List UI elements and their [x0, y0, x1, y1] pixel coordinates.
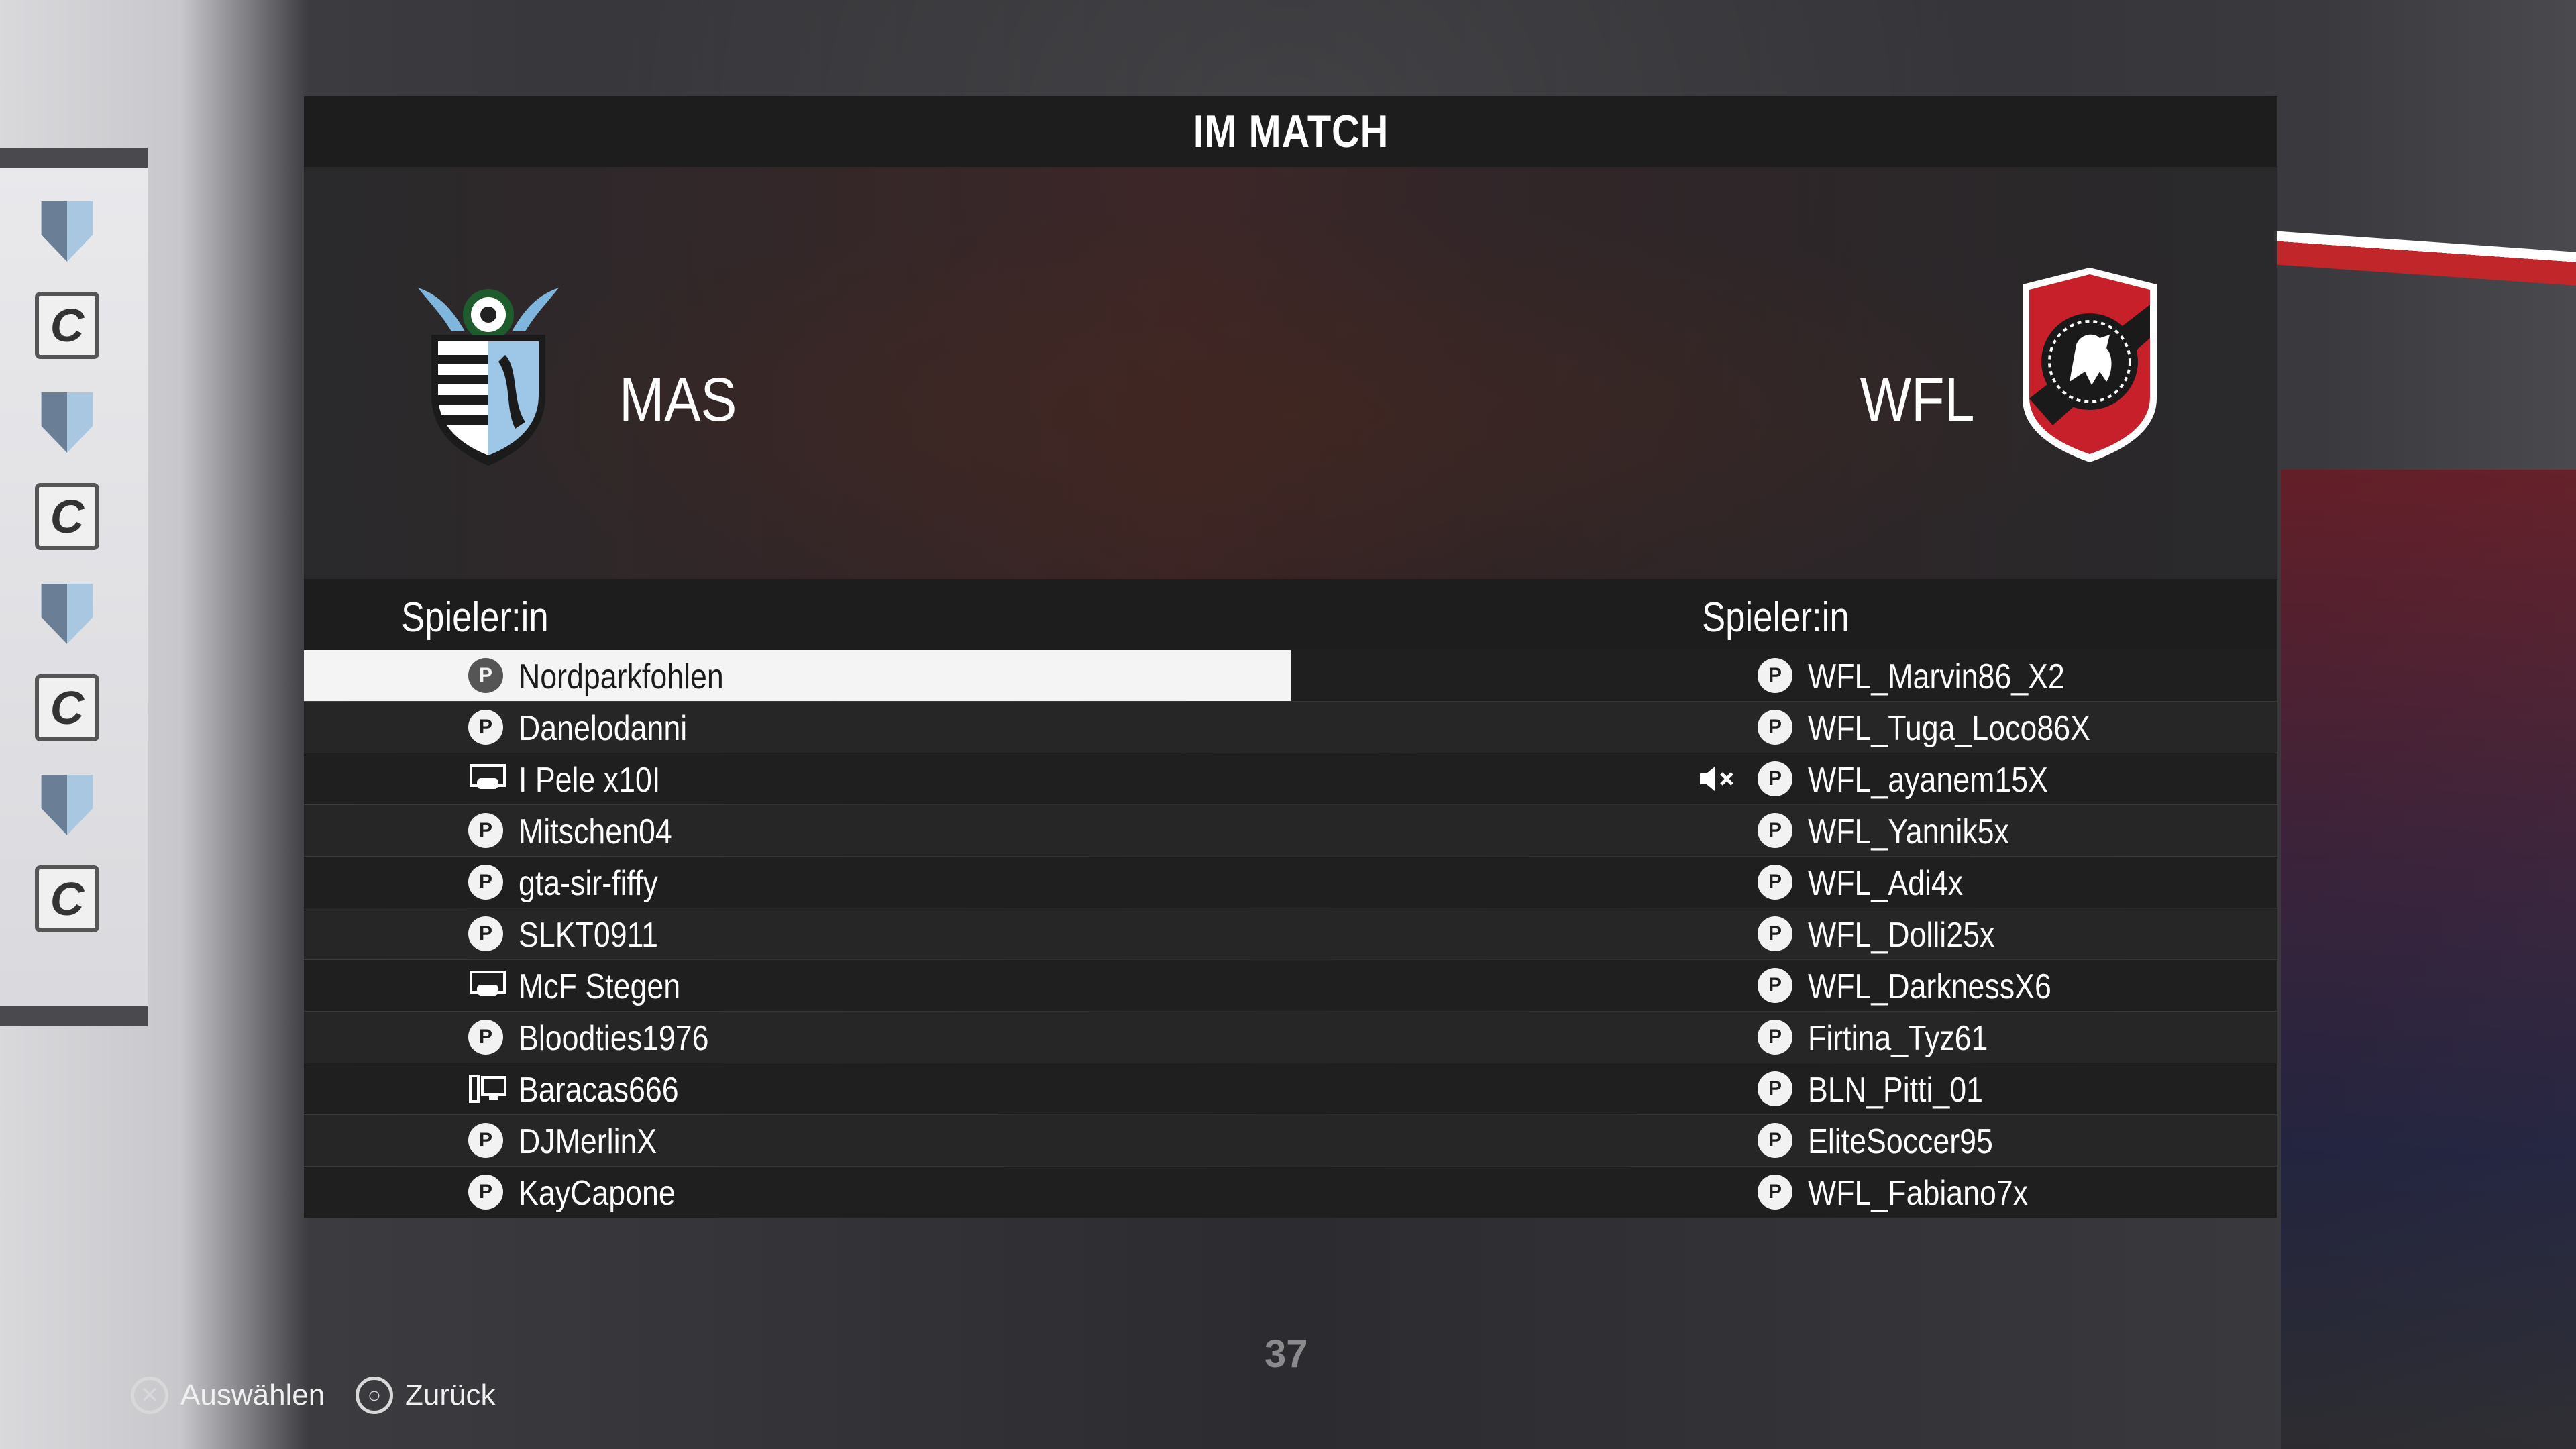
player-row[interactable]: P WFL_Tuga_Loco86X	[1291, 702, 2277, 753]
c-logo-icon: C	[35, 674, 99, 741]
player-row[interactable]: P WFL_Adi4x	[1291, 857, 2277, 908]
player-name: McF Stegen	[519, 967, 681, 1006]
team-banner: MAS WFL	[304, 167, 2277, 579]
playstation-icon: P	[468, 865, 503, 900]
page-title: IM MATCH	[1193, 106, 1389, 157]
player-name: Nordparkfohlen	[519, 657, 724, 696]
cross-button-icon: ✕	[131, 1377, 168, 1414]
back-button[interactable]: ○ Zurück	[356, 1372, 495, 1419]
player-row[interactable]: P Bloodties1976	[304, 1012, 1291, 1063]
c-logo-icon: C	[35, 483, 99, 550]
player-name: WFL_Marvin86_X2	[1808, 657, 2065, 696]
player-name: WFL_DarknessX6	[1808, 967, 2051, 1006]
mas-crest-icon	[41, 775, 93, 835]
player-row[interactable]: P WFL_Dolli25x	[1291, 908, 2277, 959]
player-row[interactable]: P KayCapone	[304, 1167, 1291, 1218]
c-logo-icon: C	[35, 865, 99, 932]
playstation-icon: P	[1758, 916, 1792, 951]
away-column-header: Spieler:in	[1291, 579, 2277, 650]
countdown-timer: 37	[1265, 1332, 1308, 1376]
muted-speaker-icon	[1697, 763, 1737, 795]
player-row[interactable]: P SLKT0911	[304, 908, 1291, 959]
player-row[interactable]: P Firtina_Tyz61	[1291, 1012, 2277, 1063]
mas-crest-icon	[41, 201, 93, 262]
home-team-abbr: MAS	[619, 366, 737, 434]
circle-button-icon: ○	[356, 1377, 393, 1414]
wall-crest-strip: C C C C	[0, 148, 148, 1026]
wfl-crest-icon	[2023, 268, 2157, 462]
playstation-icon: P	[468, 1020, 503, 1055]
playstation-icon: P	[468, 813, 503, 848]
playstation-icon: P	[1758, 865, 1792, 900]
playstation-icon: P	[468, 1123, 503, 1158]
player-name: Firtina_Tyz61	[1808, 1019, 1988, 1058]
home-roster-list: P Nordparkfohlen P Danelodanni I Pele x10I P M…	[304, 650, 1291, 1221]
tunnel-light-stripe	[2274, 231, 2576, 286]
back-button-label: Zurück	[405, 1379, 496, 1411]
player-name: SLKT0911	[519, 916, 659, 955]
background-players	[2281, 470, 2576, 1449]
playstation-icon: P	[1758, 1123, 1792, 1158]
player-name: gta-sir-fiffy	[519, 864, 658, 903]
player-name: EliteSoccer95	[1808, 1122, 1993, 1161]
player-row[interactable]: P Nordparkfohlen	[304, 650, 1291, 701]
player-name: KayCapone	[519, 1174, 676, 1213]
select-button-label: Auswählen	[180, 1379, 325, 1411]
pc-icon	[468, 763, 507, 795]
in-match-panel: IM MATCH MAS WFL Spieler:in Spieler:in P…	[304, 96, 2277, 1221]
player-name: WFL_ayanem15X	[1808, 761, 2048, 800]
xbox-series-icon	[468, 1073, 507, 1105]
player-row[interactable]: P WFL_ayanem15X	[1291, 753, 2277, 804]
player-name: WFL_Adi4x	[1808, 864, 1964, 903]
away-column-header-label: Spieler:in	[1702, 594, 1849, 641]
playstation-icon: P	[468, 1175, 503, 1210]
home-column-header-label: Spieler:in	[401, 594, 549, 641]
player-name: WFL_Fabiano7x	[1808, 1174, 2029, 1213]
player-row[interactable]: P Danelodanni	[304, 702, 1291, 753]
playstation-icon: P	[1758, 761, 1792, 796]
mas-crest-icon	[41, 392, 93, 453]
playstation-icon: P	[1758, 658, 1792, 693]
player-row[interactable]: P WFL_Yannik5x	[1291, 805, 2277, 856]
player-name: Baracas666	[519, 1071, 679, 1110]
playstation-icon: P	[1758, 1071, 1792, 1106]
player-name: WFL_Tuga_Loco86X	[1808, 709, 2090, 748]
away-team-abbr: WFL	[1860, 366, 1975, 434]
player-name: Mitschen04	[519, 812, 672, 851]
c-logo-icon: C	[35, 292, 99, 359]
playstation-icon: P	[1758, 813, 1792, 848]
player-name: Bloodties1976	[519, 1019, 709, 1058]
player-row[interactable]: P WFL_Marvin86_X2	[1291, 650, 2277, 701]
playstation-icon: P	[1758, 710, 1792, 745]
player-row[interactable]: P EliteSoccer95	[1291, 1115, 2277, 1166]
playstation-icon: P	[1758, 968, 1792, 1003]
player-row[interactable]: P WFL_DarknessX6	[1291, 960, 2277, 1011]
player-row[interactable]: P Mitschen04	[304, 805, 1291, 856]
home-column-header: Spieler:in	[304, 579, 1291, 650]
player-row[interactable]: Pgta-sir-fiffy	[304, 857, 1291, 908]
player-row[interactable]: P WFL_Fabiano7x	[1291, 1167, 2277, 1218]
pc-icon	[468, 969, 507, 1002]
player-row[interactable]: P BLN_Pitti_01	[1291, 1063, 2277, 1114]
panel-header: IM MATCH	[304, 96, 2277, 167]
away-roster-list: P WFL_Marvin86_X2 P WFL_Tuga_Loco86X P WFL_ay…	[1291, 650, 2277, 1221]
playstation-icon: P	[1758, 1175, 1792, 1210]
playstation-icon: P	[468, 916, 503, 951]
player-name: WFL_Dolli25x	[1808, 916, 1995, 955]
player-row[interactable]: P DJMerlinX	[304, 1115, 1291, 1166]
player-name: I Pele x10I	[519, 761, 661, 800]
player-name: WFL_Yannik5x	[1808, 812, 2009, 851]
player-row[interactable]: Baracas666	[304, 1063, 1291, 1114]
select-button[interactable]: ✕ Auswählen	[131, 1372, 325, 1419]
player-name: BLN_Pitti_01	[1808, 1071, 1984, 1110]
player-row[interactable]: I Pele x10I	[304, 753, 1291, 804]
playstation-icon: P	[1758, 1020, 1792, 1055]
mas-crest-icon	[418, 288, 559, 466]
mas-crest-icon	[41, 584, 93, 644]
player-row[interactable]: McF Stegen	[304, 960, 1291, 1011]
playstation-icon: P	[468, 710, 503, 745]
player-name: Danelodanni	[519, 709, 688, 748]
player-name: DJMerlinX	[519, 1122, 657, 1161]
playstation-icon: P	[468, 658, 503, 693]
